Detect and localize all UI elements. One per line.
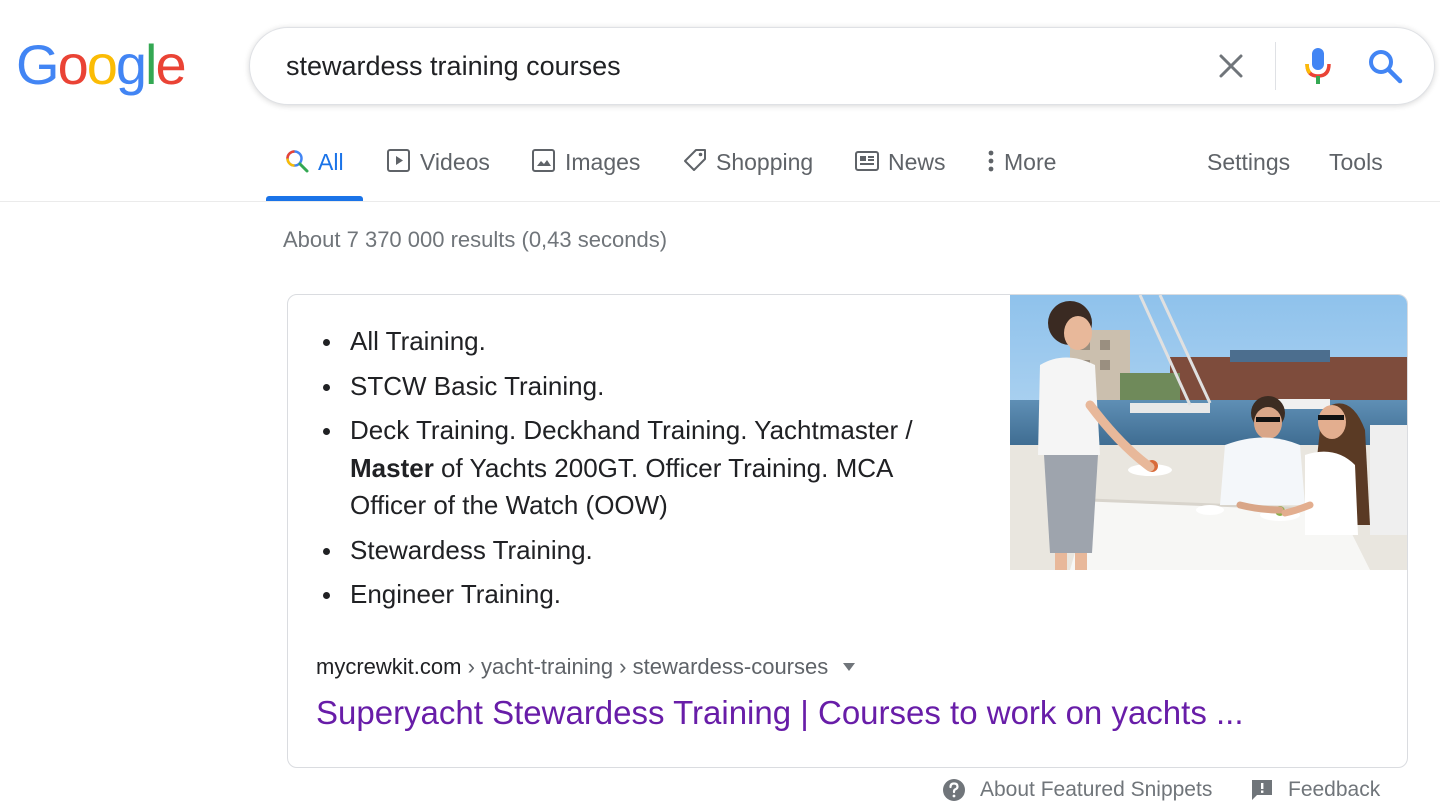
more-vertical-icon: [988, 150, 994, 172]
microphone-icon[interactable]: [1300, 46, 1336, 86]
list-item: STCW Basic Training.: [323, 368, 963, 406]
tag-icon: [684, 149, 706, 171]
google-logo[interactable]: Google: [16, 33, 187, 96]
logo-letter: l: [145, 33, 158, 96]
tab-images[interactable]: Images: [531, 148, 640, 200]
tools-link[interactable]: Tools: [1329, 148, 1383, 200]
list-item: Engineer Training.: [323, 576, 963, 614]
help-icon: [943, 779, 965, 801]
logo-letter: G: [16, 33, 60, 96]
settings-link[interactable]: Settings: [1207, 148, 1290, 200]
tab-label: Images: [565, 149, 641, 175]
featured-snippet: All Training. STCW Basic Training. Deck …: [287, 294, 1408, 768]
snippet-footer: About Featured Snippets Feedback: [0, 776, 1440, 806]
tab-label: More: [1004, 149, 1057, 175]
breadcrumb[interactable]: mycrewkit.com › yacht-training › steward…: [316, 653, 856, 681]
list-item: All Training.: [323, 323, 963, 361]
result-stats: About 7 370 000 results (0,43 seconds): [283, 227, 668, 252]
search-box[interactable]: stewardess training courses: [249, 27, 1435, 105]
breadcrumb-domain: mycrewkit.com: [316, 654, 462, 679]
tab-label: All: [318, 149, 344, 175]
play-icon: [387, 149, 410, 172]
breadcrumb-path: › yacht-training › stewardess-courses: [461, 654, 829, 679]
search-icon[interactable]: [1365, 46, 1405, 86]
tab-more[interactable]: More: [984, 148, 1056, 200]
tab-label: Shopping: [716, 149, 814, 175]
image-icon: [532, 149, 555, 172]
feedback-icon: [1252, 780, 1272, 800]
newspaper-icon: [855, 151, 879, 171]
tab-news[interactable]: News: [854, 148, 946, 200]
tab-shopping[interactable]: Shopping: [682, 148, 813, 200]
search-tabs: All Videos Images Shopping News More Set…: [0, 130, 1440, 202]
logo-letter: o: [57, 33, 89, 96]
tab-label: News: [888, 149, 946, 175]
logo-letter: e: [155, 33, 186, 96]
snippet-list: All Training. STCW Basic Training. Deck …: [323, 323, 963, 621]
search-icon: [286, 150, 309, 173]
about-featured-snippets-link[interactable]: About Featured Snippets: [942, 776, 1212, 804]
search-input[interactable]: stewardess training courses: [286, 50, 621, 82]
logo-letter: g: [115, 33, 147, 96]
tab-all[interactable]: All: [284, 148, 344, 200]
result-title-link[interactable]: Superyacht Stewardess Training | Courses…: [316, 693, 1244, 733]
tab-videos[interactable]: Videos: [386, 148, 490, 200]
snippet-photo[interactable]: [1010, 295, 1408, 570]
list-item-text: Deck Training. Deckhand Training. Yachtm…: [350, 415, 913, 445]
list-item: Deck Training. Deckhand Training. Yachtm…: [323, 412, 963, 525]
chevron-down-icon[interactable]: [842, 662, 856, 672]
feedback-link[interactable]: Feedback: [1250, 776, 1380, 804]
footer-label: About Featured Snippets: [980, 778, 1213, 801]
close-icon[interactable]: [1215, 50, 1247, 82]
logo-letter: o: [86, 33, 118, 96]
active-tab-indicator: [266, 196, 363, 201]
tab-label: Videos: [420, 149, 490, 175]
bold-term: Master: [350, 452, 434, 483]
search-divider: [1275, 42, 1276, 90]
footer-label: Feedback: [1288, 778, 1381, 801]
list-item: Stewardess Training.: [323, 532, 963, 570]
